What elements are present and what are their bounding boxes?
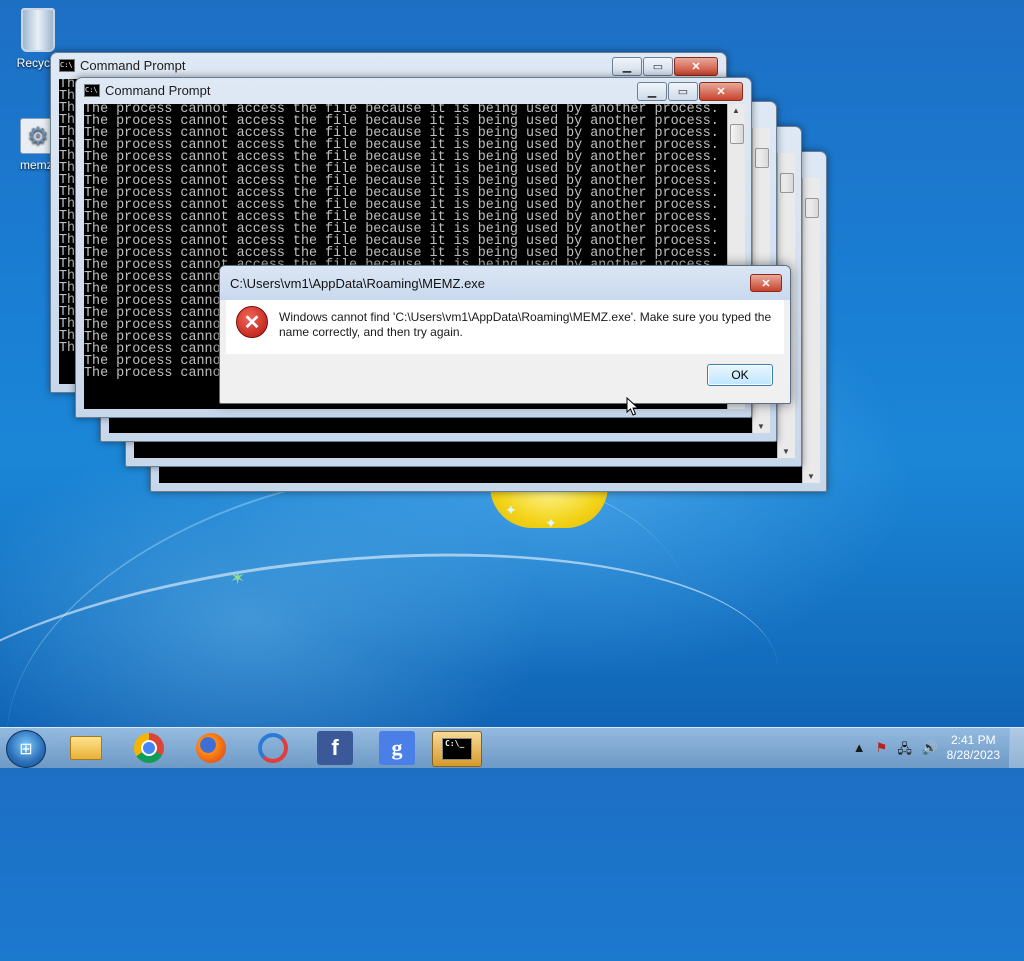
scroll-up-arrow-icon[interactable]: ▲ [732, 106, 740, 115]
error-icon: ✕ [236, 306, 268, 338]
start-button[interactable]: ⊞ [6, 730, 46, 768]
scroll-down-arrow-icon[interactable]: ▼ [782, 447, 790, 456]
clock-time: 2:41 PM [950, 733, 996, 747]
network-icon[interactable]: 🖧 [897, 740, 912, 762]
scrollbar-thumb[interactable] [755, 148, 769, 168]
clock-date: 8/28/2023 [946, 748, 1000, 762]
action-center-flag-icon[interactable]: ⚑ [876, 740, 888, 762]
minimize-button[interactable]: ▁ [612, 57, 642, 76]
firefox-icon[interactable] [193, 731, 229, 765]
ok-button[interactable]: OK [707, 364, 773, 386]
sparkle-icon: ✶ [230, 568, 246, 588]
mouse-cursor-icon [626, 397, 640, 416]
sparkle-icon: ✦ [505, 502, 517, 518]
window-title: Command Prompt [80, 58, 186, 73]
scrollbar-thumb[interactable] [780, 173, 794, 193]
scroll-down-arrow-icon[interactable]: ▼ [807, 472, 815, 481]
dialog-title-bar[interactable]: C:\Users\vm1\AppData\Roaming\MEMZ.exe ✕ [220, 266, 790, 300]
dialog-message: Windows cannot find 'C:\Users\vm1\AppDat… [279, 310, 772, 339]
show-hidden-icons-icon[interactable]: ▲ [853, 740, 866, 762]
minimize-button[interactable]: ▁ [637, 82, 667, 101]
close-button[interactable]: ✕ [699, 82, 743, 101]
taskbar: ⊞ f g C:\_ ▲ ⚑ 🖧 🔊 2:41 PM 8/28/2023 [0, 727, 1024, 768]
volume-icon[interactable]: 🔊 [922, 740, 938, 762]
cmd-icon: C:\_ [442, 738, 472, 760]
cmd-icon: C:\ [84, 84, 100, 97]
google-icon[interactable]: g [379, 731, 415, 765]
error-dialog[interactable]: C:\Users\vm1\AppData\Roaming\MEMZ.exe ✕ … [219, 265, 791, 404]
clock[interactable]: 2:41 PM 8/28/2023 [947, 733, 1000, 763]
window-title: Command Prompt [105, 83, 211, 98]
cmd-taskbar-button[interactable]: C:\_ [432, 731, 482, 767]
dialog-body: ✕ Windows cannot find 'C:\Users\vm1\AppD… [226, 300, 784, 354]
maximize-button[interactable]: ▭ [668, 82, 698, 101]
close-button[interactable]: ✕ [674, 57, 718, 76]
scroll-down-arrow-icon[interactable]: ▼ [757, 422, 765, 431]
title-bar[interactable]: C:\ Command Prompt ▁ ▭ ✕ [76, 78, 751, 104]
cmd-icon: C:\ [59, 59, 75, 72]
chrome-icon[interactable] [131, 731, 167, 765]
dialog-title: C:\Users\vm1\AppData\Roaming\MEMZ.exe [230, 276, 486, 291]
folder-icon[interactable] [68, 731, 104, 765]
scrollbar-thumb[interactable] [805, 198, 819, 218]
recycle-bin-icon [21, 8, 55, 52]
title-bar[interactable]: C:\ Command Prompt ▁ ▭ ✕ [51, 53, 726, 79]
show-desktop-button[interactable] [1009, 728, 1024, 768]
scrollbar[interactable]: ▼ [802, 178, 820, 483]
close-button[interactable]: ✕ [750, 274, 782, 292]
sparkle-icon: ✦ [545, 515, 557, 531]
scrollbar-thumb[interactable] [730, 124, 744, 144]
maximize-button[interactable]: ▭ [643, 57, 673, 76]
swirl-browser-icon[interactable] [255, 731, 291, 765]
system-tray: ▲ ⚑ 🖧 🔊 [853, 740, 938, 762]
facebook-icon[interactable]: f [317, 731, 353, 765]
